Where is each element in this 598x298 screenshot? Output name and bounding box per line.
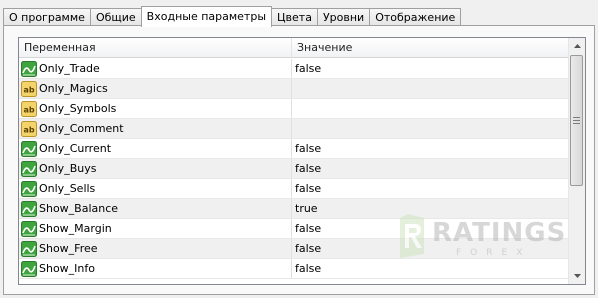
parameter-name: Only_Buys bbox=[39, 162, 97, 175]
parameter-row[interactable]: ab Only_Magics bbox=[19, 79, 569, 99]
bool-param-icon bbox=[21, 180, 37, 197]
parameter-name-cell[interactable]: Only_Buys bbox=[19, 159, 292, 178]
parameter-row[interactable]: Show_Info false bbox=[19, 259, 569, 279]
svg-text:ab: ab bbox=[23, 125, 34, 134]
parameter-name-cell[interactable]: ab Only_Comment bbox=[19, 119, 292, 138]
scroll-up-button[interactable] bbox=[569, 38, 585, 54]
tab-about[interactable]: О программе bbox=[3, 8, 91, 26]
bool-param-icon bbox=[21, 200, 37, 217]
parameters-grid: Переменная Значение Only_Trade false ab Onl… bbox=[18, 37, 586, 285]
tab-page-inputs: Переменная Значение Only_Trade false ab Onl… bbox=[3, 25, 595, 295]
tab-visualization[interactable]: Отображение bbox=[369, 8, 462, 26]
parameter-value-cell[interactable] bbox=[292, 79, 569, 98]
properties-window: О программе Общие Входные параметры Цвет… bbox=[0, 0, 598, 298]
bool-param-icon bbox=[21, 240, 37, 257]
parameter-name: Only_Trade bbox=[39, 62, 100, 75]
bool-param-icon bbox=[21, 260, 37, 277]
parameter-row[interactable]: Only_Current false bbox=[19, 139, 569, 159]
parameter-name-cell[interactable]: Only_Trade bbox=[19, 59, 292, 78]
string-param-icon: ab bbox=[21, 100, 37, 117]
parameter-value-cell[interactable]: false bbox=[292, 239, 569, 258]
grid-header: Переменная Значение bbox=[19, 38, 569, 58]
parameter-value-cell[interactable]: false bbox=[292, 159, 569, 178]
parameter-name: Only_Sells bbox=[39, 182, 96, 195]
bool-param-icon bbox=[21, 220, 37, 237]
parameter-name-cell[interactable]: Show_Balance bbox=[19, 199, 292, 218]
bool-param-icon bbox=[21, 60, 37, 77]
parameter-name: Show_Balance bbox=[39, 202, 119, 215]
column-header-value[interactable]: Значение bbox=[292, 38, 569, 57]
tab-levels[interactable]: Уровни bbox=[316, 8, 371, 26]
parameter-name: Only_Current bbox=[39, 142, 112, 155]
parameter-row[interactable]: ab Only_Comment bbox=[19, 119, 569, 139]
parameter-name-cell[interactable]: Only_Sells bbox=[19, 179, 292, 198]
bool-param-icon bbox=[21, 140, 37, 157]
bool-param-icon bbox=[21, 160, 37, 177]
parameter-name-cell[interactable]: Show_Free bbox=[19, 239, 292, 258]
tab-common[interactable]: Общие bbox=[89, 8, 142, 26]
parameter-name-cell[interactable]: Show_Margin bbox=[19, 219, 292, 238]
svg-text:ab: ab bbox=[23, 85, 34, 94]
parameter-name-cell[interactable]: Show_Info bbox=[19, 259, 292, 278]
tab-colors[interactable]: Цвета bbox=[271, 8, 318, 26]
parameter-name: Only_Comment bbox=[39, 122, 124, 135]
parameter-value-cell[interactable]: false bbox=[292, 179, 569, 198]
parameter-row[interactable]: Show_Free false bbox=[19, 239, 569, 259]
scroll-down-button[interactable] bbox=[569, 268, 585, 284]
grip-icon bbox=[573, 117, 580, 124]
parameter-value-cell[interactable]: false bbox=[292, 219, 569, 238]
parameter-name: Only_Magics bbox=[39, 82, 108, 95]
parameter-name-cell[interactable]: ab Only_Symbols bbox=[19, 99, 292, 118]
parameter-name: Show_Margin bbox=[39, 222, 112, 235]
tab-inputs[interactable]: Входные параметры bbox=[140, 6, 273, 27]
svg-text:ab: ab bbox=[23, 105, 34, 114]
scroll-thumb[interactable] bbox=[570, 55, 583, 186]
column-header-variable[interactable]: Переменная bbox=[19, 38, 292, 57]
parameter-row[interactable]: Show_Balance true bbox=[19, 199, 569, 219]
parameter-name: Show_Free bbox=[39, 242, 98, 255]
string-param-icon: ab bbox=[21, 120, 37, 137]
parameter-name: Only_Symbols bbox=[39, 102, 117, 115]
parameter-value-cell[interactable] bbox=[292, 119, 569, 138]
parameter-value-cell[interactable] bbox=[292, 99, 569, 118]
string-param-icon: ab bbox=[21, 80, 37, 97]
parameter-row[interactable]: Only_Buys false bbox=[19, 159, 569, 179]
parameter-value-cell[interactable]: true bbox=[292, 199, 569, 218]
tab-strip: О программе Общие Входные параметры Цвет… bbox=[3, 6, 462, 27]
parameter-row[interactable]: Show_Margin false bbox=[19, 219, 569, 239]
parameter-row[interactable]: ab Only_Symbols bbox=[19, 99, 569, 119]
parameter-rows: Only_Trade false ab Only_Magics ab Only_Symbo… bbox=[19, 59, 569, 279]
parameter-value-cell[interactable]: false bbox=[292, 59, 569, 78]
parameter-row[interactable]: Only_Sells false bbox=[19, 179, 569, 199]
parameter-value-cell[interactable]: false bbox=[292, 139, 569, 158]
parameter-name-cell[interactable]: Only_Current bbox=[19, 139, 292, 158]
parameter-name-cell[interactable]: ab Only_Magics bbox=[19, 79, 292, 98]
arrow-up-icon bbox=[573, 44, 581, 48]
parameter-value-cell[interactable]: false bbox=[292, 259, 569, 278]
parameter-name: Show_Info bbox=[39, 262, 95, 275]
parameter-row[interactable]: Only_Trade false bbox=[19, 59, 569, 79]
arrow-down-icon bbox=[573, 274, 581, 278]
vertical-scrollbar[interactable] bbox=[568, 38, 585, 284]
